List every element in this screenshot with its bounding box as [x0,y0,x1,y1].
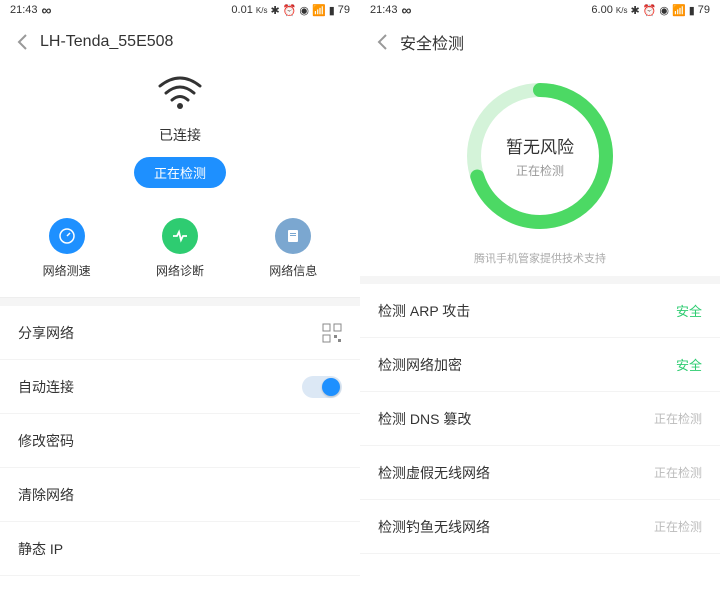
alarm-icon: ⏰ [643,4,657,17]
clear-network-item[interactable]: 清除网络 [0,468,360,522]
check-label: 检测网络加密 [378,355,462,375]
clock: 21:43 [370,4,398,16]
item-label: 自动连接 [18,377,74,397]
speedometer-icon [49,218,85,254]
header: LH-Tenda_55E508 [0,20,360,64]
action-row: 网络测速 网络诊断 网络信息 [0,204,360,298]
change-password-item[interactable]: 修改密码 [0,414,360,468]
info-action[interactable]: 网络信息 [237,218,349,279]
static-ip-item[interactable]: 静态 IP [0,522,360,576]
wifi-icon: ◉ [299,4,309,17]
support-text: 腾讯手机管家提供技术支持 [360,250,720,266]
wifi-icon: ◉ [659,4,669,17]
check-arp-item: 检测 ARP 攻击 安全 [360,284,720,338]
action-label: 网络测速 [11,262,123,279]
check-label: 检测钓鱼无线网络 [378,517,490,537]
item-label: 静态 IP [18,539,63,559]
check-encryption-item: 检测网络加密 安全 [360,338,720,392]
check-phishing-item: 检测钓鱼无线网络 正在检测 [360,500,720,554]
check-fake-wifi-item: 检测虚假无线网络 正在检测 [360,446,720,500]
scan-ring-section: 暂无风险 正在检测 腾讯手机管家提供技术支持 [360,64,720,276]
heartbeat-icon [162,218,198,254]
ring-title: 暂无风险 [506,133,574,158]
item-label: 清除网络 [18,485,74,505]
battery-level: 79 [698,4,710,16]
auto-connect-item: 自动连接 [0,360,360,414]
check-dns-item: 检测 DNS 篡改 正在检测 [360,392,720,446]
status-badge: 正在检测 [654,464,702,481]
page-title: 安全检测 [400,30,464,54]
battery-icon: ▮ [329,4,335,17]
status-bar: 21:43 ∞ 0.01 K/s ✱ ⏰ ◉ 📶 ▮ 79 [0,0,360,20]
diagnose-action[interactable]: 网络诊断 [124,218,236,279]
infinity-icon: ∞ [402,2,412,18]
back-button[interactable] [368,28,396,56]
infinity-icon: ∞ [42,2,52,18]
status-badge: 安全 [676,355,702,374]
battery-level: 79 [338,4,350,16]
item-label: 分享网络 [18,323,74,343]
check-label: 检测 DNS 篡改 [378,409,471,429]
progress-ring: 暂无风险 正在检测 [460,76,620,236]
signal-icon: 📶 [672,4,686,17]
wifi-detail-screen: 21:43 ∞ 0.01 K/s ✱ ⏰ ◉ 📶 ▮ 79 LH-Tenda_5… [0,0,360,600]
status-badge: 正在检测 [654,410,702,427]
net-speed: 0.01 K/s [231,4,267,16]
check-label: 检测虚假无线网络 [378,463,490,483]
security-check-screen: 21:43 ∞ 6.00 K/s ✱ ⏰ ◉ 📶 ▮ 79 安全检测 暂无风险 … [360,0,720,600]
action-label: 网络诊断 [124,262,236,279]
status-badge: 安全 [676,301,702,320]
wifi-large-icon [0,74,360,115]
status-bar: 21:43 ∞ 6.00 K/s ✱ ⏰ ◉ 📶 ▮ 79 [360,0,720,20]
document-icon [275,218,311,254]
alarm-icon: ⏰ [283,4,297,17]
bluetooth-icon: ✱ [270,4,279,17]
action-label: 网络信息 [237,262,349,279]
signal-icon: 📶 [312,4,326,17]
auto-connect-toggle[interactable] [302,376,342,398]
header: 安全检测 [360,20,720,64]
ring-subtitle: 正在检测 [506,162,574,179]
wifi-status-section: 已连接 正在检测 [0,64,360,204]
check-label: 检测 ARP 攻击 [378,301,470,321]
page-title: LH-Tenda_55E508 [40,33,173,51]
item-label: 修改密码 [18,431,74,451]
net-speed: 6.00 K/s [591,4,627,16]
share-network-item[interactable]: 分享网络 [0,306,360,360]
battery-icon: ▮ [689,4,695,17]
speed-test-action[interactable]: 网络测速 [11,218,123,279]
connection-status: 已连接 [0,125,360,145]
clock: 21:43 [10,4,38,16]
back-button[interactable] [8,28,36,56]
status-badge: 正在检测 [654,518,702,535]
qr-icon [322,323,342,343]
detecting-button[interactable]: 正在检测 [134,157,226,188]
bluetooth-icon: ✱ [630,4,639,17]
